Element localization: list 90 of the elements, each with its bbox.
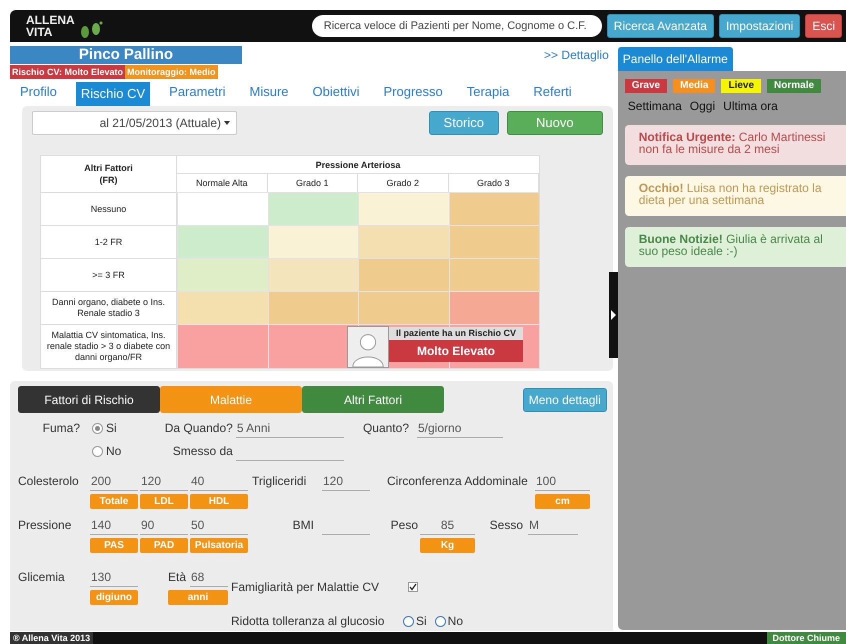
nav-tab[interactable]: Profilo: [15, 82, 62, 106]
date-dropdown[interactable]: al 21/05/2013 (Attuale): [32, 111, 237, 135]
input-field[interactable]: 130: [90, 567, 138, 587]
input-field[interactable]: 5/giorno: [417, 418, 503, 438]
input-field[interactable]: 40: [190, 471, 248, 491]
radio-button[interactable]: [403, 616, 414, 626]
nav-tab[interactable]: Rischio CV: [76, 82, 150, 106]
unit-label: HDL: [190, 494, 248, 509]
input-field[interactable]: 50: [190, 515, 248, 535]
category-button[interactable]: Fattori di Rischio: [18, 386, 160, 413]
unit-label: Kg: [420, 538, 475, 553]
field-label: Si: [106, 420, 117, 437]
filter-badge[interactable]: Normale: [767, 79, 822, 93]
period-link[interactable]: Oggi: [690, 97, 716, 115]
field-label: Quanto?: [362, 420, 409, 437]
status-badge: Monitoraggio: Medio: [125, 65, 218, 79]
nav-tab[interactable]: Parametri: [164, 82, 231, 106]
unit-label: PAD: [140, 538, 188, 553]
input-field[interactable]: M: [528, 515, 578, 535]
alert-message: Occhio! Luisa non ha registrato la dieta per una settimana: [624, 176, 846, 216]
category-button[interactable]: Altri Fattori: [302, 386, 444, 413]
status-badge: Rischio CV: Molto Elevato: [10, 65, 126, 79]
result-caption: Il paziente ha un Rischio CV: [394, 326, 518, 340]
action-button[interactable]: Storico: [428, 111, 499, 135]
radio-button[interactable]: [92, 446, 103, 456]
checkbox[interactable]: [408, 582, 418, 592]
check-icon: [409, 583, 417, 591]
field-label: No: [106, 443, 122, 460]
field-label: BMI: [292, 517, 314, 534]
input-field[interactable]: 5 Anni: [236, 418, 344, 438]
unit-label: cm: [535, 494, 590, 509]
field-label: No: [448, 613, 464, 630]
field-label: Ridotta tolleranza al glucosio: [231, 613, 386, 630]
nav-tab[interactable]: Referti: [528, 82, 577, 106]
radio-button[interactable]: [92, 422, 103, 434]
input-field[interactable]: 85: [420, 515, 475, 535]
field-label: Trigliceridi: [252, 473, 308, 490]
input-field[interactable]: 100: [535, 471, 590, 491]
field-label: Sesso: [488, 517, 523, 534]
input-field[interactable]: 120: [322, 471, 370, 491]
unit-label: Pulsatoria: [190, 538, 248, 553]
field-label: Smesso da: [172, 443, 233, 460]
input-field[interactable]: 200: [90, 471, 138, 491]
field-label: Fuma?: [42, 420, 80, 437]
detail-link[interactable]: >> Dettaglio: [544, 46, 609, 64]
field-label: Da Quando?: [164, 420, 233, 437]
alert-message: Buone Notizie! Giulia è arrivata al suo peso ideale :-): [624, 227, 846, 267]
field-label: Glicemia: [18, 569, 66, 586]
caret-icon: [224, 121, 230, 125]
input-field[interactable]: 68: [190, 567, 228, 587]
header-button[interactable]: Impostazioni: [718, 14, 800, 38]
logo-text: VITA: [26, 26, 54, 38]
input-field[interactable]: 140: [90, 515, 138, 535]
period-link[interactable]: Settimana: [628, 97, 682, 115]
nav-tab[interactable]: Progresso: [378, 82, 448, 106]
user-name: Dottore Chiume: [766, 632, 846, 644]
unit-label: LDL: [140, 494, 188, 509]
panel-tab[interactable]: Panello dell'Allarme: [618, 47, 733, 71]
patient-name: Pinco Pallino: [10, 46, 242, 64]
radio-button[interactable]: [434, 616, 446, 626]
field-label: Si: [416, 613, 427, 630]
logo-text: ALLENA: [26, 14, 75, 26]
search-field[interactable]: Ricerca veloce di Pazienti per Nome, Cognome o C.F.: [312, 15, 602, 37]
header-button[interactable]: Esci: [805, 14, 842, 38]
nav-tab[interactable]: Terapia: [462, 82, 514, 106]
field-label: Età: [168, 569, 188, 586]
copyright-text: ® Allena Vita 2013: [10, 632, 94, 644]
nav-tab[interactable]: Misure: [244, 82, 294, 106]
unit-label: Totale: [90, 494, 138, 509]
filter-badge[interactable]: Grave: [624, 79, 668, 93]
field-label: Circonferenza Addominale: [387, 473, 529, 490]
column-header: Altri Fattori (FR): [41, 156, 177, 192]
filter-badge[interactable]: Lieve: [721, 79, 762, 93]
toggle-button[interactable]: Meno dettagli: [522, 388, 607, 412]
field-label: Famigliarità per Malattie CV: [231, 579, 380, 596]
column-header: Pressione Arteriosa: [177, 156, 539, 174]
unit-label: anni: [168, 590, 228, 605]
header-button[interactable]: Ricerca Avanzata: [606, 14, 714, 38]
input-field[interactable]: 120: [140, 471, 188, 491]
field-label: Colesterolo: [18, 473, 80, 490]
nav-tab[interactable]: Obiettivi: [308, 82, 364, 106]
field-label: Peso: [390, 517, 418, 534]
action-button[interactable]: Nuovo: [506, 111, 603, 135]
period-link[interactable]: Ultima ora: [723, 97, 778, 115]
unit-label: PAS: [90, 538, 138, 553]
field-label: Pressione: [18, 517, 72, 534]
risk-result: Molto Elevato: [389, 340, 523, 362]
input-field[interactable]: 90: [140, 515, 188, 535]
unit-label: digiuno: [90, 590, 138, 605]
alert-message: Notifica Urgente: Carlo Martinessi non fa le misure da 2 mesi: [624, 125, 846, 165]
